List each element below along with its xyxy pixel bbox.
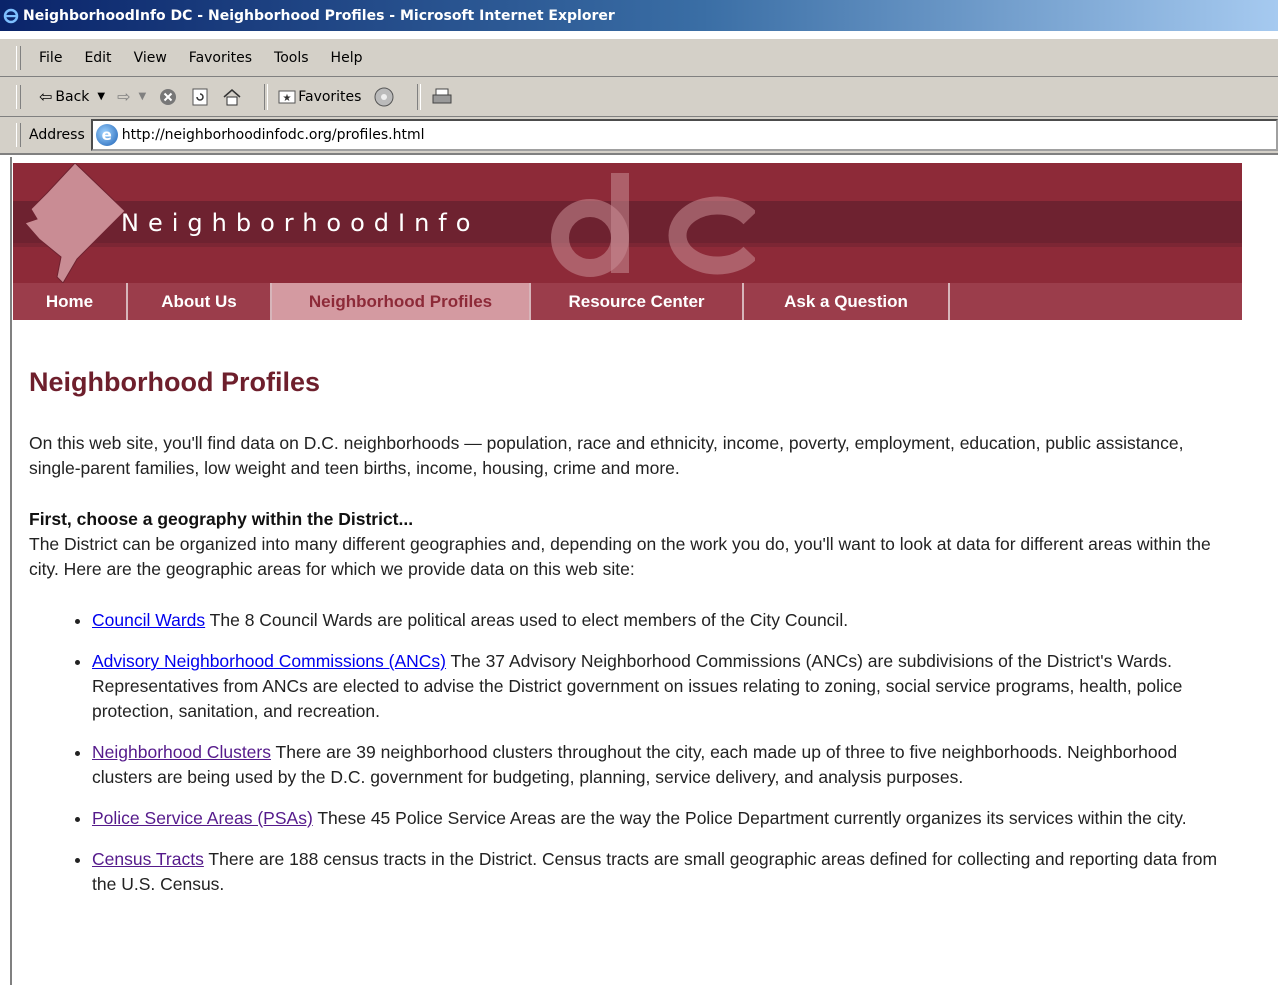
back-label: Back xyxy=(55,88,90,105)
nav-neighborhood-profiles[interactable]: Neighborhood Profiles xyxy=(272,283,531,320)
toolbar-grip[interactable] xyxy=(16,84,21,109)
back-dropdown-icon[interactable]: ▼ xyxy=(97,87,105,107)
standard-toolbar: ⇦ Back ▼ ⇨ ▼ ★ Favorites xyxy=(0,77,1278,117)
nav-ask-a-question-label: Ask a Question xyxy=(784,291,908,311)
nav-about-us[interactable]: About Us xyxy=(128,283,272,320)
menu-file[interactable]: File xyxy=(39,50,62,66)
address-url[interactable]: http://neighborhoodinfodc.org/profiles.h… xyxy=(122,127,425,143)
media-icon xyxy=(374,87,394,106)
address-label: Address xyxy=(29,127,85,143)
address-grip[interactable] xyxy=(16,123,21,147)
police-service-areas-description: These 45 Police Service Areas are the wa… xyxy=(312,808,1187,828)
dc-logo-letters xyxy=(551,173,755,277)
list-item: Advisory Neighborhood Commissions (ANCs)… xyxy=(92,649,1229,724)
favorites-label: Favorites xyxy=(298,88,362,105)
list-item: Police Service Areas (PSAs) These 45 Pol… xyxy=(92,806,1229,831)
page-ie-icon: e xyxy=(95,124,118,146)
stop-icon xyxy=(160,88,177,105)
intro-paragraph: On this web site, you'll find data on D.… xyxy=(29,433,1184,478)
menu-edit[interactable]: Edit xyxy=(84,50,111,66)
printer-icon xyxy=(432,88,452,103)
ancs-link[interactable]: Advisory Neighborhood Commissions (ANCs) xyxy=(92,651,446,671)
council-wards-link[interactable]: Council Wards xyxy=(92,610,205,630)
menu-view[interactable]: View xyxy=(134,50,167,66)
choose-text: The District can be organized into many … xyxy=(29,534,1211,579)
toolbar-separator xyxy=(264,83,269,110)
police-service-areas-link[interactable]: Police Service Areas (PSAs) xyxy=(92,808,313,828)
nav-home-label: Home xyxy=(45,291,94,311)
nav-home[interactable]: Home xyxy=(13,283,128,320)
toolbar-separator xyxy=(417,83,422,110)
svg-text:★: ★ xyxy=(283,93,292,104)
list-item: Neighborhood Clusters There are 39 neigh… xyxy=(92,740,1229,790)
list-item: Council Wards The 8 Council Wards are po… xyxy=(92,608,1229,633)
nav-about-us-label: About Us xyxy=(161,291,237,311)
census-tracts-description: There are 188 census tracts in the Distr… xyxy=(92,849,1218,894)
council-wards-description: The 8 Council Wards are political areas … xyxy=(205,610,849,630)
main-content: Neighborhood Profiles On this web site, … xyxy=(29,362,1229,913)
window-titlebar: NeighborhoodInfo DC - Neighborhood Profi… xyxy=(0,0,1278,31)
forward-button[interactable]: ⇨ ▼ xyxy=(117,87,146,107)
menu-tools[interactable]: Tools xyxy=(274,50,309,66)
page-title: Neighborhood Profiles xyxy=(29,367,321,397)
stop-button[interactable] xyxy=(158,87,178,107)
menu-bar-grip[interactable] xyxy=(16,45,21,70)
menu-favorites[interactable]: Favorites xyxy=(189,50,252,66)
favorites-button[interactable]: ★ Favorites xyxy=(278,88,361,106)
refresh-icon xyxy=(192,88,208,105)
internet-explorer-icon xyxy=(3,8,19,24)
menu-help[interactable]: Help xyxy=(331,50,363,66)
window-title: NeighborhoodInfo DC - Neighborhood Profi… xyxy=(23,7,615,24)
home-icon xyxy=(223,88,241,105)
main-nav: Home About Us Neighborhood Profiles Reso… xyxy=(13,283,1242,320)
print-button[interactable] xyxy=(431,87,453,107)
geography-list: Council Wards The 8 Council Wards are po… xyxy=(29,608,1229,897)
dc-map-logo xyxy=(24,163,126,283)
nav-resource-center-label: Resource Center xyxy=(568,291,705,311)
window-left-border xyxy=(0,157,12,985)
forward-dropdown-icon[interactable]: ▼ xyxy=(139,87,147,107)
favorites-icon: ★ xyxy=(278,90,296,104)
neighborhood-clusters-link[interactable]: Neighborhood Clusters xyxy=(92,742,271,762)
forward-arrow-icon: ⇨ xyxy=(117,86,131,106)
choose-heading: First, choose a geography within the Dis… xyxy=(29,509,414,529)
site-banner: NeighborhoodInfo xyxy=(13,163,1242,283)
menu-bar: File Edit View Favorites Tools Help xyxy=(0,39,1278,77)
nav-resource-center[interactable]: Resource Center xyxy=(531,283,744,320)
choose-section: First, choose a geography within the Dis… xyxy=(29,507,1229,582)
nav-ask-a-question[interactable]: Ask a Question xyxy=(744,283,950,320)
back-button[interactable]: ⇦ Back ▼ xyxy=(39,87,105,107)
address-input[interactable]: e http://neighborhoodinfodc.org/profiles… xyxy=(90,119,1278,151)
back-arrow-icon: ⇦ xyxy=(39,86,53,106)
media-button[interactable] xyxy=(373,86,395,108)
census-tracts-link[interactable]: Census Tracts xyxy=(92,849,204,869)
home-button[interactable] xyxy=(222,87,242,107)
address-bar: Address e http://neighborhoodinfodc.org/… xyxy=(0,117,1278,155)
refresh-button[interactable] xyxy=(190,87,210,107)
site-name: NeighborhoodInfo xyxy=(121,209,480,237)
list-item: Census Tracts There are 188 census tract… xyxy=(92,847,1229,897)
nav-neighborhood-profiles-label: Neighborhood Profiles xyxy=(308,291,493,311)
